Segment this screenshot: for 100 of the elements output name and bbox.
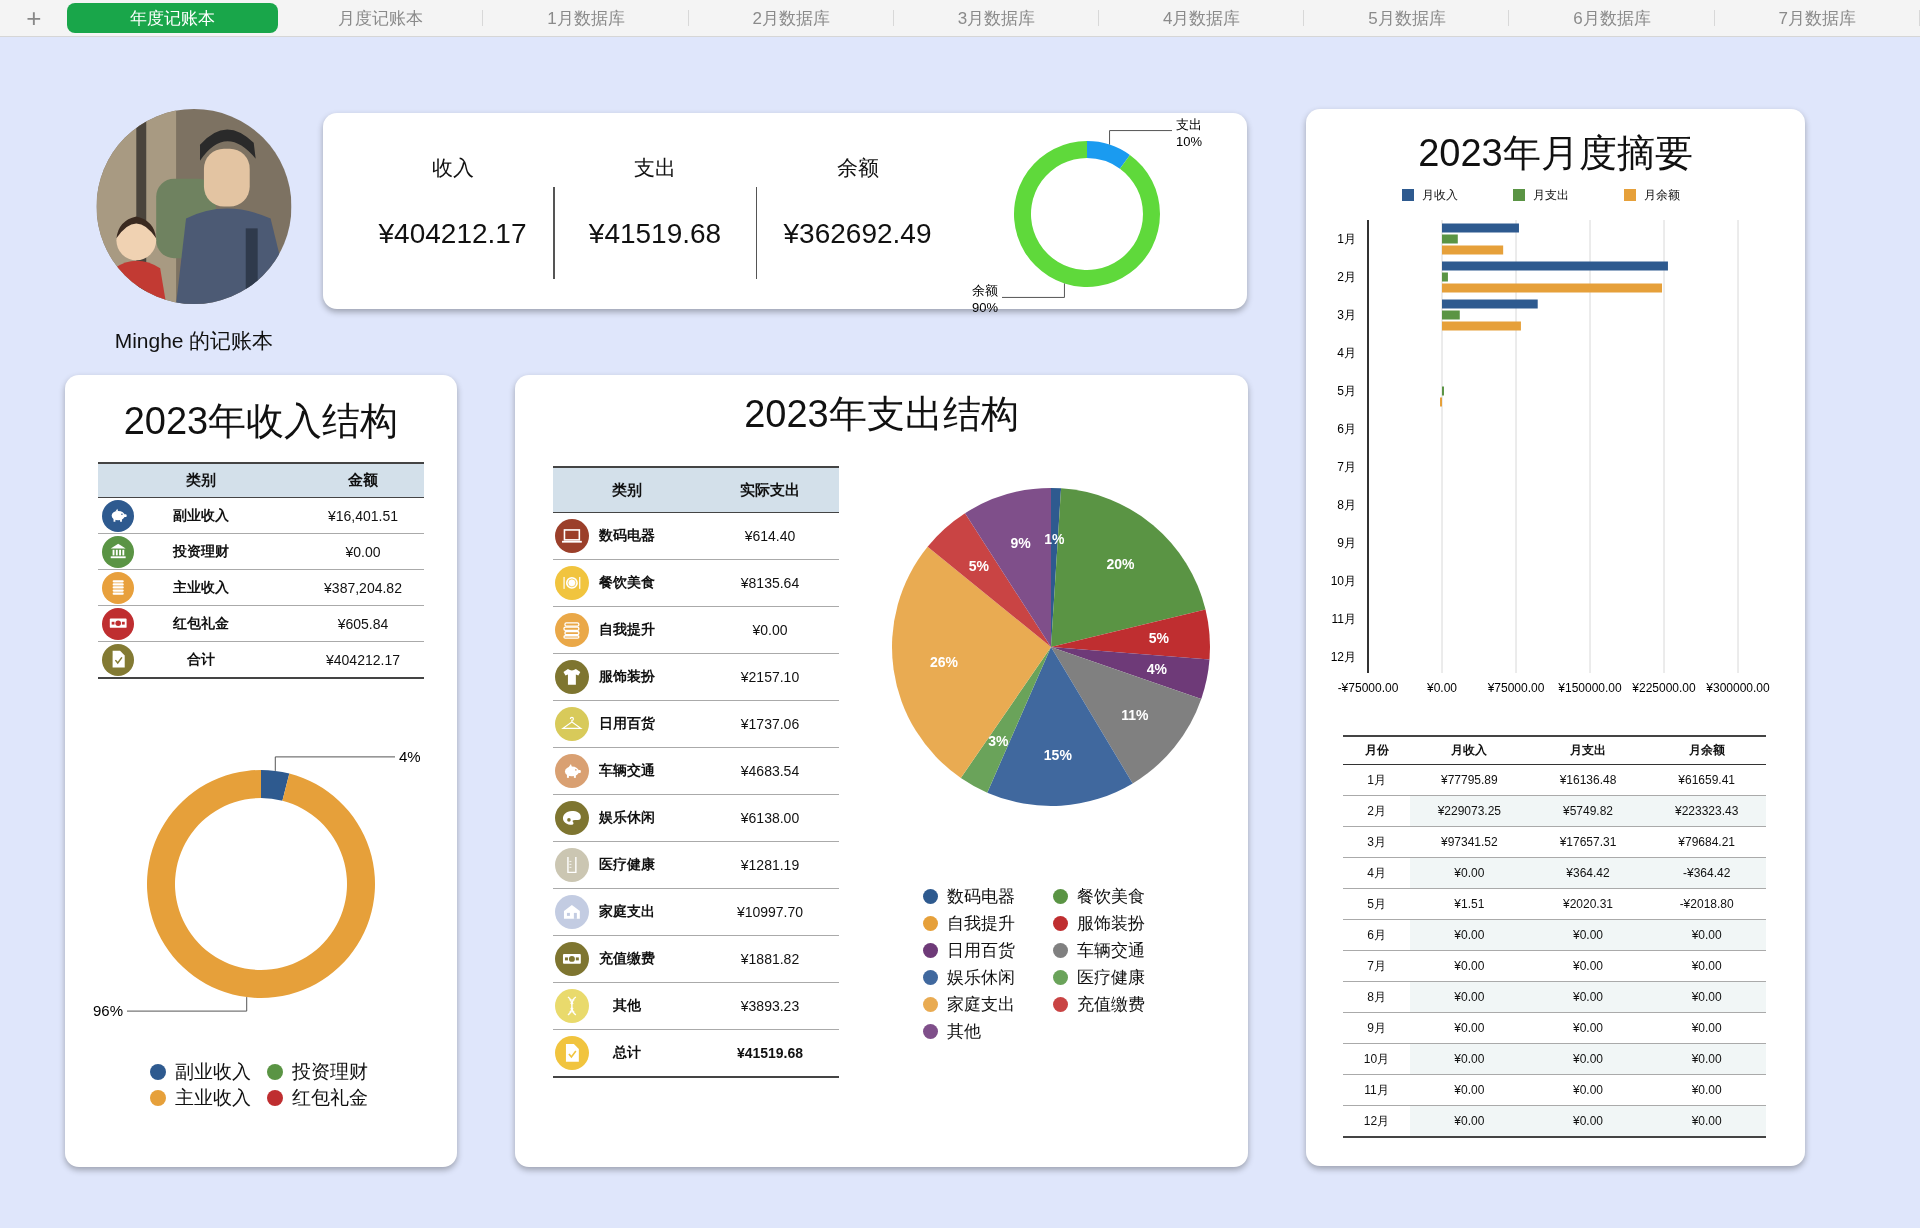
table-cell-text: 12月 [1362,1112,1391,1130]
card-title: 2023年收入结构 [123,399,399,443]
profile-name: Minghe 的记账本 [114,329,274,353]
table-cell: ¥0.00 [1528,1106,1648,1136]
table-cell: -¥364.42 [1647,858,1766,888]
column-header: 类别 [612,480,642,500]
tick-label: ¥300000.00 [1706,681,1770,695]
data-label: 余额 [972,283,998,299]
category-label: 投资理财 [173,542,229,561]
category-label: 充值缴费 [599,950,655,968]
category-label: 日用百货 [599,715,655,733]
amount-value: ¥0.00 [345,543,381,560]
category-label: 11月 [1331,612,1356,626]
table-cell: ¥0.00 [1647,920,1766,950]
stat-label: 余额 [836,155,879,181]
column-header: 月支出 [1570,742,1606,759]
table-cell-text: ¥0.00 [1690,1020,1723,1037]
column-header: 月余额 [1688,742,1725,759]
amount-value: ¥4683.54 [740,763,800,779]
table-cell: ¥0.00 [1528,920,1648,950]
table-cell-text: 1月 [1366,771,1387,789]
add-tab-button[interactable]: + [14,3,54,33]
table-cell: ¥0.00 [1410,920,1529,950]
data-label: 4% [1146,661,1167,678]
data-label: 26% [929,654,958,671]
table-cell-text: 4月 [1366,864,1387,882]
amount-value: ¥1737.06 [740,716,800,732]
data-label: 5% [1148,630,1169,647]
category-label: 6月 [1337,422,1356,436]
data-label: 1% [1044,530,1065,547]
table-cell: ¥5749.82 [1528,796,1648,826]
legend-label: 自我提升 [947,913,1015,935]
card-title: 2023年支出结构 [744,392,1019,436]
table-cell-text: ¥0.00 [1453,1020,1486,1037]
table-cell-text: ¥0.00 [1453,958,1486,975]
stat-value: ¥404212.17 [378,217,527,251]
legend-label: 月收入 [1422,186,1458,204]
data-label: 96% [92,1002,123,1020]
category-label: 数码电器 [599,527,655,545]
category-label: 服饰装扮 [599,668,655,686]
table-cell-text: ¥0.00 [1571,1082,1604,1099]
amount-value: ¥1281.19 [740,857,800,873]
amount-value: ¥404212.17 [326,651,400,668]
card-title: 2023年月度摘要 [1418,131,1693,175]
table-cell-text: ¥0.00 [1571,1020,1604,1037]
table-cell: ¥0.00 [1647,1106,1766,1136]
tick-label: -¥75000.00 [1337,681,1399,695]
category-label: 医疗健康 [599,856,655,874]
amount-value: ¥387,204.82 [324,579,402,596]
table-cell-text: ¥79684.21 [1677,834,1736,851]
stat-value: ¥362692.49 [783,217,932,251]
table-cell-text: -¥2018.80 [1678,896,1735,913]
table-cell-text: ¥16136.48 [1558,772,1618,789]
amount-value: ¥41519.68 [736,1045,804,1061]
table-cell: ¥0.00 [1410,1106,1529,1136]
category-label: 4月 [1337,346,1356,360]
category-label: 10月 [1330,574,1356,588]
legend-label: 其他 [947,1021,981,1043]
tick-label: ¥0.00 [1427,681,1457,695]
table-cell-text: 7月 [1366,957,1387,975]
data-label: 4% [399,747,421,765]
data-label: 90% [971,300,998,316]
amount-value: ¥614.40 [744,528,796,544]
category-label: 7月 [1337,460,1356,474]
amount-value: ¥1881.82 [740,951,800,967]
data-label: 10% [1176,133,1203,149]
amount-value: ¥16,401.51 [327,507,399,524]
amount-value: ¥6138.00 [740,810,800,826]
table-cell: ¥364.42 [1528,858,1648,888]
table-cell-text: 8月 [1366,988,1387,1006]
tab[interactable]: 年度记账本 [66,3,279,33]
leader-line [1109,130,1173,146]
table-cell-text: 11月 [1363,1081,1390,1099]
table-cell: ¥0.00 [1410,982,1529,1012]
legend-label: 日用百货 [947,940,1015,962]
legend-label: 充值缴费 [1077,994,1145,1016]
stat-label: 收入 [431,155,474,181]
amount-value: ¥605.84 [337,615,389,632]
data-label: 11% [1121,707,1149,724]
amount-value: ¥10997.70 [736,904,804,920]
category-label: 餐饮美食 [599,574,655,592]
legend-label: 红包礼金 [292,1086,368,1110]
category-label: 其他 [613,997,641,1015]
stat-value: ¥41519.68 [588,217,722,251]
table-cell: ¥229073.25 [1410,796,1529,826]
tick-label: ¥75000.00 [1487,681,1545,695]
table-cell-text: 3月 [1366,833,1387,851]
tick-label: ¥150000.00 [1558,681,1622,695]
category-label: 自我提升 [599,621,655,639]
category-label: 5月 [1337,384,1356,398]
table-cell: ¥0.00 [1410,858,1529,888]
table-cell-text: ¥0.00 [1690,1082,1723,1099]
table-cell-text: 9月 [1366,1019,1387,1037]
category-label: 总计 [613,1044,641,1062]
table-cell-text: ¥97341.52 [1439,834,1499,851]
data-label: 15% [1043,746,1072,763]
legend-label: 月支出 [1533,186,1569,204]
data-label: 3% [988,733,1009,750]
table-cell-text: ¥0.00 [1453,1082,1486,1099]
category-label: 红包礼金 [173,614,229,633]
